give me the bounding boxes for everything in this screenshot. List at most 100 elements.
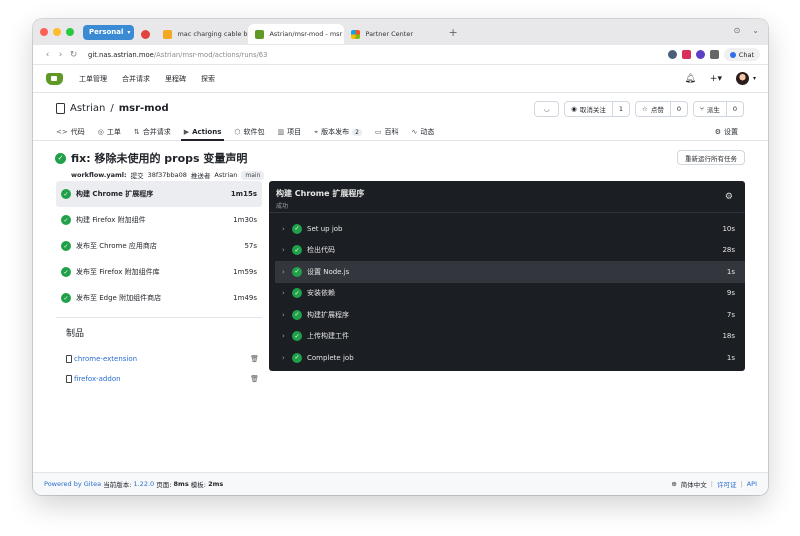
job-item[interactable]: ✓ 构建 Chrome 扩展程序 1m15s: [56, 181, 262, 207]
job-item[interactable]: ✓ 发布至 Chrome 应用商店 57s: [56, 233, 262, 259]
browser-tab[interactable]: Partner Center: [344, 24, 440, 44]
reload-icon[interactable]: ↻: [67, 50, 80, 60]
nav-issues[interactable]: 工单管理: [79, 74, 107, 84]
step-row[interactable]: › ✓ 设置 Node.js 1s: [275, 261, 745, 283]
notification-bell-icon[interactable]: 🔔︎: [684, 74, 695, 84]
star-count[interactable]: 0: [669, 102, 687, 116]
artifact-item[interactable]: chrome-extension 🗑︎: [56, 349, 262, 369]
repo-owner[interactable]: Astrian: [70, 103, 105, 114]
watch-count[interactable]: 1: [611, 102, 629, 116]
gear-icon[interactable]: ⚙: [725, 192, 733, 202]
step-row[interactable]: › ✓ 构建扩展程序 7s: [275, 304, 745, 326]
step-duration: 10s: [722, 224, 735, 233]
tab-releases[interactable]: ⌖ 版本发布 2: [314, 124, 362, 140]
download-icon[interactable]: ⊙: [734, 26, 741, 35]
step-row[interactable]: › ✓ Complete job 1s: [275, 347, 745, 369]
chevron-right-icon: ›: [282, 353, 285, 362]
tab-code[interactable]: <> 代码: [56, 124, 85, 140]
job-item[interactable]: ✓ 发布至 Firefox 附加组件库 1m59s: [56, 259, 262, 285]
browser-tab-pinned[interactable]: [134, 24, 156, 44]
avatar[interactable]: [735, 72, 749, 85]
fork-button[interactable]: ⑂ 派生 0: [692, 101, 744, 117]
extension-icon[interactable]: [695, 50, 705, 59]
artifacts-title: 制品: [66, 329, 85, 339]
page-time-label: 页面:: [156, 481, 172, 489]
zoom-window-button[interactable]: [66, 28, 74, 36]
extension-icon[interactable]: [667, 50, 677, 59]
fork-icon: ⑂: [699, 105, 704, 113]
success-check-icon: ✓: [292, 245, 302, 256]
tab-projects[interactable]: ▥ 项目: [278, 124, 302, 140]
chevron-right-icon: ›: [282, 310, 285, 319]
activity-icon: ∿: [411, 128, 418, 136]
tab-issues[interactable]: ◎ 工单: [98, 124, 121, 140]
site-navbar: 工单管理 合并请求 里程碑 探索 🔔︎ +▾ ▾: [33, 65, 768, 93]
tab-activity[interactable]: ∿ 动态: [412, 124, 435, 140]
issue-icon: ◎: [97, 128, 104, 136]
tab-actions[interactable]: ▶ Actions: [180, 124, 225, 141]
artifact-item[interactable]: firefox-addon 🗑︎: [56, 369, 262, 389]
url-field[interactable]: git.nas.astrian.moe/Astrian/msr-mod/acti…: [88, 51, 267, 59]
fork-count[interactable]: 0: [725, 102, 743, 116]
extension-icon[interactable]: [681, 50, 691, 59]
rerun-all-jobs-button[interactable]: 重新运行所有任务: [677, 150, 745, 165]
forward-arrow-icon[interactable]: ›: [54, 50, 67, 60]
tab-list-chevron-icon[interactable]: ⌄: [752, 26, 759, 35]
step-row[interactable]: › ✓ 安装依赖 9s: [275, 283, 745, 305]
job-item[interactable]: ✓ 构建 Firefox 附加组件 1m30s: [56, 207, 262, 233]
job-duration: 1m30s: [233, 216, 257, 224]
gitea-logo-icon[interactable]: [46, 72, 63, 85]
browser-tab-active[interactable]: Astrian/msr-mod - msr ✕: [248, 24, 345, 44]
step-row[interactable]: › ✓ 上传构建工件 18s: [275, 326, 745, 348]
tab-pull-requests[interactable]: ⇅ 合并请求: [134, 124, 171, 140]
license-link[interactable]: 许可证: [717, 479, 737, 489]
tab-packages[interactable]: ⬡ 软件包: [234, 124, 264, 140]
nav-milestones[interactable]: 里程碑: [165, 74, 186, 84]
step-row[interactable]: › ✓ Set up job 10s: [275, 218, 745, 240]
page-footer: Powered by Gitea 当前版本: 1.22.0 页面: 8ms 模板…: [33, 472, 768, 495]
chevron-down-icon[interactable]: ▾: [753, 75, 756, 82]
step-row[interactable]: › ✓ 检出代码 28s: [275, 240, 745, 262]
commit-sha[interactable]: 38f37bba08: [148, 171, 187, 179]
tab-label: 项目: [287, 128, 302, 136]
shield-icon[interactable]: [709, 50, 719, 59]
extensions-area: Chat: [667, 48, 760, 61]
language-selector[interactable]: 简体中文: [681, 479, 707, 489]
branch-badge[interactable]: main: [241, 170, 265, 180]
artifact-link[interactable]: chrome-extension: [74, 355, 137, 363]
chevron-down-icon: ▾: [127, 28, 131, 36]
api-link[interactable]: API: [747, 480, 757, 488]
tab-settings[interactable]: ⚙ 设置: [715, 124, 738, 140]
trash-icon[interactable]: 🗑︎: [250, 375, 259, 383]
chat-button[interactable]: Chat: [723, 48, 760, 61]
pusher-name[interactable]: Astrian: [214, 171, 237, 179]
star-button[interactable]: ☆ 点赞 0: [634, 101, 688, 117]
job-item[interactable]: ✓ 发布至 Edge 附加组件商店 1m49s: [56, 285, 262, 311]
trash-icon[interactable]: 🗑︎: [250, 355, 259, 363]
profile-switcher[interactable]: Personal ▾: [83, 24, 135, 40]
rss-button[interactable]: ◡: [534, 101, 560, 117]
tab-label: 版本发布: [321, 128, 350, 136]
page-time: 8ms: [173, 480, 189, 488]
new-tab-button[interactable]: +: [448, 26, 457, 39]
tab-label: 软件包: [243, 128, 265, 136]
divider: |: [740, 480, 743, 488]
back-arrow-icon[interactable]: ‹: [41, 50, 54, 60]
rss-icon: ◡: [535, 102, 559, 116]
browser-tab[interactable]: mac charging cable bl: [156, 24, 248, 44]
watch-button[interactable]: ◉ 取消关注 1: [564, 101, 630, 117]
nav-pull-requests[interactable]: 合并请求: [122, 74, 150, 84]
artifact-link[interactable]: firefox-addon: [74, 375, 121, 383]
create-plus-icon[interactable]: +▾: [710, 74, 722, 84]
minimize-window-button[interactable]: [53, 28, 61, 36]
job-name: 发布至 Edge 附加组件商店: [76, 294, 162, 302]
nav-explore[interactable]: 探索: [201, 74, 215, 84]
powered-by-link[interactable]: Powered by Gitea: [44, 480, 101, 488]
footer-links: ⊕ 简体中文 | 许可证 | API: [671, 479, 757, 489]
tab-wiki[interactable]: ▭ 百科: [375, 124, 399, 140]
workflow-file[interactable]: workflow.yaml:: [71, 171, 127, 179]
version-link[interactable]: 1.22.0: [133, 480, 154, 488]
repo-name[interactable]: msr-mod: [119, 103, 169, 114]
job-name: 构建 Firefox 附加组件: [76, 216, 146, 224]
close-window-button[interactable]: [40, 28, 48, 36]
